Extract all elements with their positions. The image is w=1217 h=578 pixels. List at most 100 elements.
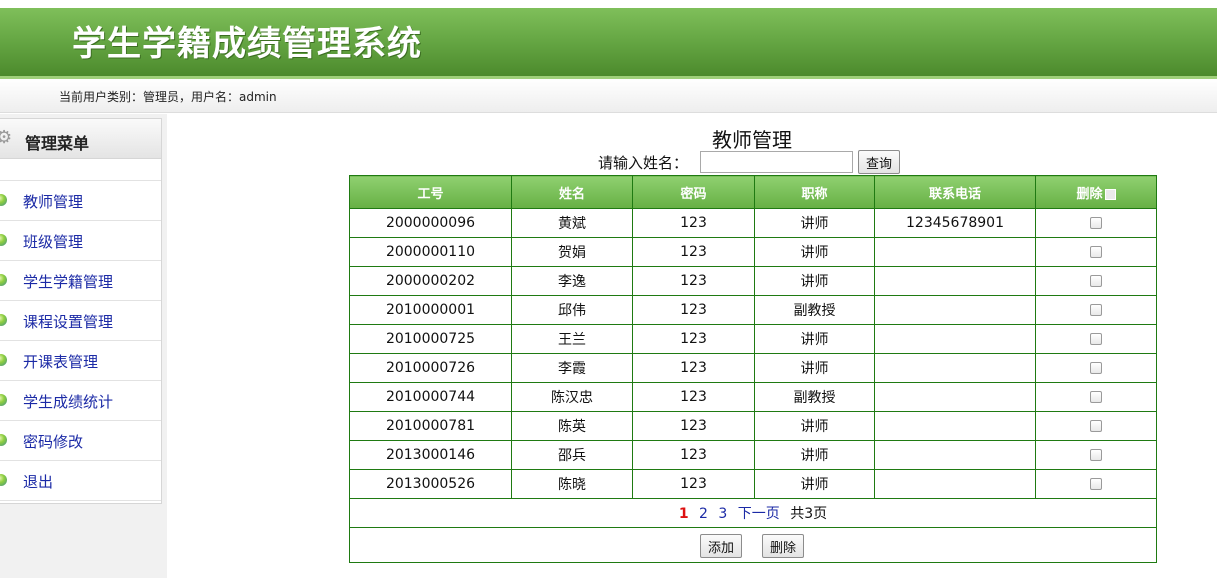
cell-password: 123	[632, 324, 755, 354]
cell-password: 123	[632, 382, 755, 412]
cell-password: 123	[632, 469, 755, 499]
row-delete-checkbox[interactable]	[1090, 391, 1102, 403]
gear-icon: ⚙	[0, 127, 13, 148]
cell-phone	[874, 324, 1036, 354]
cell-phone: 12345678901	[874, 208, 1036, 238]
cell-delete	[1035, 382, 1157, 412]
table-row: 2010000001 邱伟 123 副教授	[349, 295, 1157, 325]
cell-password: 123	[632, 295, 755, 325]
cell-title: 讲师	[754, 353, 875, 383]
sidebar-item-label[interactable]: 学生学籍管理	[23, 271, 113, 292]
sidebar-item-label[interactable]: 班级管理	[23, 231, 83, 252]
cell-phone	[874, 440, 1036, 470]
cell-id[interactable]: 2010000725	[349, 324, 512, 354]
select-all-checkbox[interactable]	[1104, 188, 1116, 200]
row-delete-checkbox[interactable]	[1090, 449, 1102, 461]
pager-page-2[interactable]: 2	[699, 506, 708, 522]
column-header-delete: 删除	[1035, 175, 1157, 209]
sidebar-item-teacher-management[interactable]: 教师管理	[0, 181, 161, 221]
row-delete-checkbox[interactable]	[1090, 217, 1102, 229]
pager: 1 2 3 下一页 共3页	[349, 498, 1157, 528]
sidebar-item-label[interactable]: 开课表管理	[23, 351, 98, 372]
cell-name: 李逸	[511, 266, 633, 296]
cell-id[interactable]: 2013000146	[349, 440, 512, 470]
delete-button[interactable]: 删除	[762, 534, 804, 558]
row-delete-checkbox[interactable]	[1090, 362, 1102, 374]
table-row: 2000000110 贺娟 123 讲师	[349, 237, 1157, 267]
table-body: 2000000096 黄斌 123 讲师 12345678901 2000000110 贺娟…	[349, 208, 1157, 499]
pager-current-page: 1	[678, 506, 689, 522]
column-header-title: 职称	[754, 175, 875, 209]
cell-phone	[874, 237, 1036, 267]
app-header: 学生学籍成绩管理系统	[0, 8, 1217, 76]
cell-id[interactable]: 2000000110	[349, 237, 512, 267]
table-header-row: 工号 姓名 密码 职称 联系电话 删除	[349, 175, 1157, 209]
cell-phone	[874, 382, 1036, 412]
sidebar-item-label[interactable]: 退出	[23, 471, 53, 492]
sidebar-item-label[interactable]: 学生成绩统计	[23, 391, 113, 412]
column-header-phone: 联系电话	[874, 175, 1036, 209]
add-button[interactable]: 添加	[700, 534, 742, 558]
bullet-icon	[0, 474, 7, 486]
cell-id[interactable]: 2013000526	[349, 469, 512, 499]
cell-name: 邱伟	[511, 295, 633, 325]
menu-header: ⚙ 管理菜单	[0, 119, 161, 159]
bullet-icon	[0, 354, 7, 366]
top-strip	[0, 0, 1217, 8]
cell-delete	[1035, 440, 1157, 470]
cell-id[interactable]: 2010000001	[349, 295, 512, 325]
pager-total: 共3页	[790, 506, 828, 522]
sidebar-item-change-password[interactable]: 密码修改	[0, 421, 161, 461]
bullet-icon	[0, 314, 7, 326]
sidebar-item-class-management[interactable]: 班级管理	[0, 221, 161, 261]
sidebar-item-label[interactable]: 课程设置管理	[23, 311, 113, 332]
pager-next-link[interactable]: 下一页	[738, 506, 780, 522]
sidebar-menu: ⚙ 管理菜单 教师管理 班级管理 学生学籍管理 课程设置管理 开课表管理 学生成…	[0, 118, 162, 504]
cell-name: 邵兵	[511, 440, 633, 470]
app-title: 学生学籍成绩管理系统	[72, 24, 422, 64]
table-row: 2000000096 黄斌 123 讲师 12345678901	[349, 208, 1157, 238]
pager-page-3[interactable]: 3	[718, 506, 727, 522]
sidebar-item-label[interactable]: 密码修改	[23, 431, 83, 452]
cell-id[interactable]: 2000000202	[349, 266, 512, 296]
table-row: 2013000146 邵兵 123 讲师	[349, 440, 1157, 470]
cell-id[interactable]: 2010000726	[349, 353, 512, 383]
search-label: 请输入姓名：	[598, 154, 689, 172]
cell-title: 讲师	[754, 237, 875, 267]
name-search-input[interactable]	[700, 151, 853, 173]
cell-name: 陈晓	[511, 469, 633, 499]
cell-name: 贺娟	[511, 237, 633, 267]
row-delete-checkbox[interactable]	[1090, 478, 1102, 490]
sidebar-item-student-records[interactable]: 学生学籍管理	[0, 261, 161, 301]
cell-password: 123	[632, 237, 755, 267]
cell-id[interactable]: 2010000744	[349, 382, 512, 412]
sidebar-item-label[interactable]: 教师管理	[23, 191, 83, 212]
cell-name: 王兰	[511, 324, 633, 354]
sidebar-item-logout[interactable]: 退出	[0, 461, 161, 501]
menu-title: 管理菜单	[25, 134, 90, 153]
row-delete-checkbox[interactable]	[1090, 304, 1102, 316]
row-delete-checkbox[interactable]	[1090, 333, 1102, 345]
cell-delete	[1035, 469, 1157, 499]
bullet-icon	[0, 274, 7, 286]
cell-password: 123	[632, 411, 755, 441]
search-button[interactable]: 查询	[858, 150, 900, 174]
row-delete-checkbox[interactable]	[1090, 275, 1102, 287]
cell-password: 123	[632, 440, 755, 470]
cell-name: 黄斌	[511, 208, 633, 238]
column-header-name: 姓名	[511, 175, 633, 209]
cell-id[interactable]: 2000000096	[349, 208, 512, 238]
sidebar-item-grade-statistics[interactable]: 学生成绩统计	[0, 381, 161, 421]
sidebar-item-course-settings[interactable]: 课程设置管理	[0, 301, 161, 341]
current-user-info: 当前用户类别：管理员，用户名：admin	[59, 90, 277, 104]
cell-name: 陈英	[511, 411, 633, 441]
cell-phone	[874, 411, 1036, 441]
row-delete-checkbox[interactable]	[1090, 420, 1102, 432]
cell-title: 讲师	[754, 411, 875, 441]
table-row: 2013000526 陈晓 123 讲师	[349, 469, 1157, 499]
sidebar-item-course-schedule[interactable]: 开课表管理	[0, 341, 161, 381]
cell-id[interactable]: 2010000781	[349, 411, 512, 441]
row-delete-checkbox[interactable]	[1090, 246, 1102, 258]
cell-phone	[874, 295, 1036, 325]
cell-name: 陈汉忠	[511, 382, 633, 412]
